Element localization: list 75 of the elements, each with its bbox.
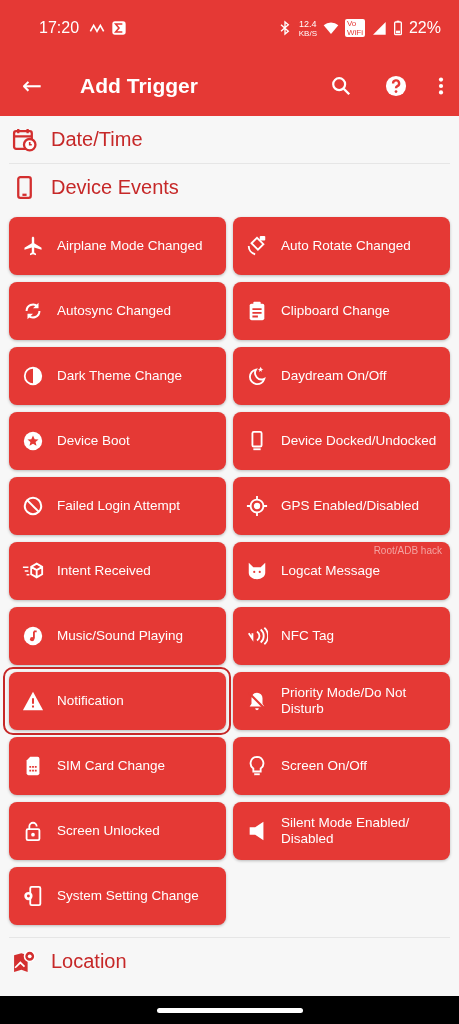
airplane-icon [22,235,44,257]
battery-percent: 22% [408,19,441,37]
half-circle-icon [22,365,44,387]
star-badge-icon [22,430,44,452]
clock: 17:20 [39,19,80,37]
back-button[interactable]: ← [16,72,49,100]
trigger-button[interactable]: Screen On/Off [233,737,450,795]
section-header[interactable]: Location [9,938,450,985]
phone-gear-icon [22,885,44,907]
wifi-icon [322,20,339,36]
battery-icon [392,20,403,36]
trigger-button[interactable]: Device Docked/Undocked [233,412,450,470]
help-icon[interactable] [385,75,407,97]
music-note-icon [22,625,44,647]
trigger-label: Device Boot [57,432,130,450]
trigger-button[interactable]: Root/ADB hack Logcat Message [233,542,450,600]
map-pin-icon [12,949,37,974]
trigger-button[interactable]: Clipboard Change [233,282,450,340]
trigger-button[interactable]: Auto Rotate Changed [233,217,450,275]
trigger-label: Failed Login Attempt [57,497,181,515]
rotate-phone-icon [246,235,268,257]
trigger-label: SIM Card Change [57,757,166,775]
trigger-label: Priority Mode/Do Not Disturb [281,684,408,718]
trigger-label: Auto Rotate Changed [281,237,411,255]
trigger-label: NFC Tag [281,627,335,645]
network-speed-unit: KB/S [298,28,317,38]
trigger-button[interactable]: Intent Received [9,542,226,600]
trigger-button[interactable]: Priority Mode/Do Not Disturb [233,672,450,730]
root-hack-note: Root/ADB hack [373,545,442,556]
trigger-label: Daydream On/Off [281,367,387,385]
trigger-label: System Setting Change [57,887,199,905]
trigger-button[interactable]: SIM Card Change [9,737,226,795]
trigger-button[interactable]: Failed Login Attempt [9,477,226,535]
moon-star-icon [246,365,268,387]
trigger-label: Silent Mode Enabled/ Disabled [281,814,411,848]
crosshair-icon [246,495,268,517]
cat-icon [246,560,268,582]
trigger-button[interactable]: Screen Unlocked [9,802,226,860]
trigger-label: Notification [57,692,124,710]
sigma-app-icon [111,20,128,36]
signal-icon [370,20,387,36]
trigger-button[interactable]: NFC Tag [233,607,450,665]
trigger-label: Screen On/Off [281,757,368,775]
section-header[interactable]: Date/Time [9,116,450,163]
calendar-clock-icon [12,127,37,152]
screen-title: Add Trigger [80,74,198,98]
vowifi-badge: Vo WiFi [344,19,365,37]
trigger-button[interactable]: Autosync Changed [9,282,226,340]
more-options-icon[interactable] [437,75,445,97]
trigger-label: Screen Unlocked [57,822,160,840]
trigger-button[interactable]: Daydream On/Off [233,347,450,405]
trigger-button[interactable]: System Setting Change [9,867,226,925]
nfc-icon [246,625,268,647]
bell-off-icon [246,690,268,712]
search-icon[interactable] [330,75,352,97]
trigger-button[interactable]: Airplane Mode Changed [9,217,226,275]
trigger-label: Dark Theme Change [57,367,183,385]
trigger-label: Autosync Changed [57,302,172,320]
trigger-label: Airplane Mode Changed [57,237,203,255]
trigger-label: GPS Enabled/Disabled [281,497,420,515]
trigger-label: Device Docked/Undocked [281,432,437,450]
trigger-label: Clipboard Change [281,302,390,320]
trigger-label: Intent Received [57,562,151,580]
trigger-button[interactable]: Device Boot [9,412,226,470]
trigger-label: Music/Sound Playing [57,627,184,645]
trigger-button[interactable]: Notification [9,672,226,730]
home-indicator[interactable] [156,1007,303,1013]
trigger-button[interactable]: Music/Sound Playing [9,607,226,665]
trigger-button[interactable]: Silent Mode Enabled/ Disabled [233,802,450,860]
trigger-button[interactable]: Dark Theme Change [9,347,226,405]
warning-icon [22,690,44,712]
trigger-button[interactable]: GPS Enabled/Disabled [233,477,450,535]
block-icon [22,495,44,517]
network-speed: 12.4 [299,18,317,29]
section-header[interactable]: Device Events [9,164,450,211]
